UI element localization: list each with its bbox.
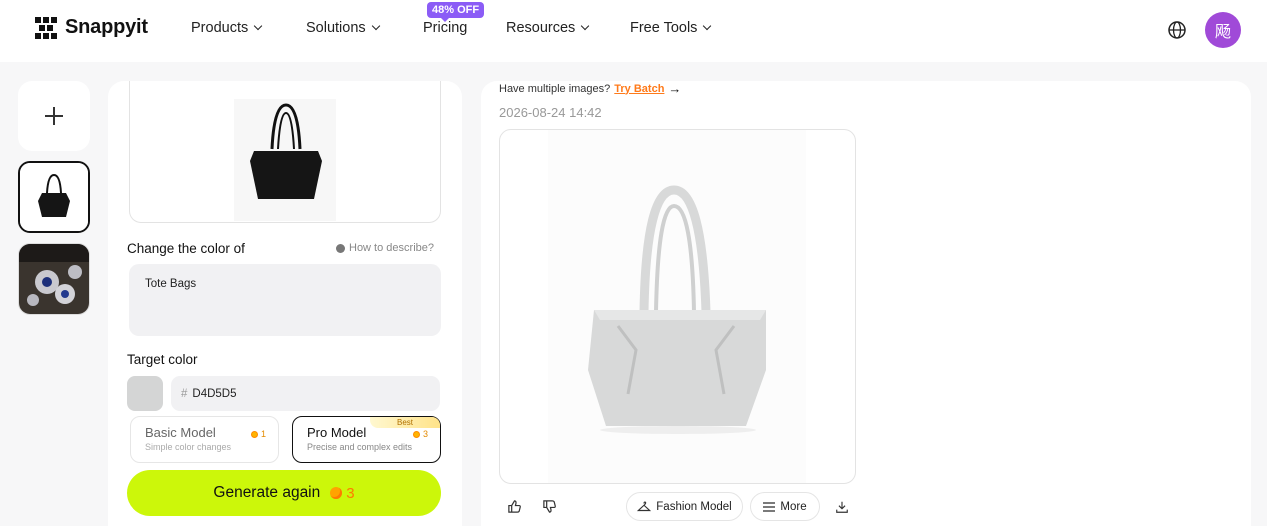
how-to-describe-link[interactable]: How to describe? bbox=[336, 242, 434, 254]
nav-products-label: Products bbox=[191, 20, 249, 36]
nav-products[interactable]: Products bbox=[191, 20, 263, 36]
globe-icon[interactable] bbox=[1167, 20, 1187, 40]
thumbs-up-icon bbox=[507, 500, 521, 513]
nav-solutions[interactable]: Solutions bbox=[306, 20, 380, 36]
result-timestamp: 2026-08-24 14:42 bbox=[499, 105, 602, 120]
add-image-button[interactable] bbox=[18, 81, 90, 151]
nav-pricing-label: Pricing bbox=[423, 20, 468, 36]
source-image-preview bbox=[129, 81, 441, 223]
more-label: More bbox=[780, 500, 807, 513]
coin-icon bbox=[330, 487, 343, 499]
color-swatch[interactable] bbox=[127, 376, 163, 411]
coin-icon bbox=[250, 430, 258, 438]
generate-cost-value: 3 bbox=[346, 484, 355, 502]
hash-symbol: # bbox=[181, 387, 188, 400]
hex-color-input[interactable]: # D4D5D5 bbox=[171, 376, 440, 411]
more-button[interactable]: More bbox=[750, 492, 820, 521]
nav-solutions-label: Solutions bbox=[306, 20, 366, 36]
target-color-label: Target color bbox=[127, 352, 198, 367]
arrow-right-icon: → bbox=[668, 81, 682, 96]
thumbs-up-button[interactable] bbox=[499, 492, 529, 521]
basic-model-option[interactable]: Basic Model Simple color changes 1 bbox=[130, 416, 279, 463]
result-image bbox=[548, 130, 806, 483]
nav-resources[interactable]: Resources bbox=[506, 20, 590, 36]
gray-tote-image bbox=[548, 130, 806, 483]
coin-icon bbox=[412, 430, 420, 438]
pricing-discount-badge: 48% OFF bbox=[427, 2, 485, 22]
user-avatar[interactable]: 飏 bbox=[1205, 12, 1241, 48]
thumbs-down-button[interactable] bbox=[534, 492, 564, 521]
result-panel: Have multiple images? Try Batch → 2026-0… bbox=[481, 81, 1251, 526]
chevron-down-icon bbox=[581, 21, 590, 31]
pro-model-description: Precise and complex edits bbox=[307, 442, 413, 452]
pro-model-cost: 3 bbox=[412, 429, 428, 439]
hex-color-value: D4D5D5 bbox=[192, 387, 237, 400]
change-color-label: Change the color of bbox=[127, 241, 245, 256]
generate-again-button[interactable]: Generate again 3 bbox=[127, 470, 441, 516]
object-description-input[interactable]: Tote Bags bbox=[129, 264, 441, 336]
chevron-down-icon bbox=[703, 21, 712, 31]
pro-model-option[interactable]: Best Pro Model Precise and complex edits… bbox=[292, 416, 441, 463]
source-image bbox=[234, 99, 336, 221]
snappyit-logo-icon bbox=[35, 16, 57, 39]
thumbs-down-icon bbox=[542, 500, 556, 513]
download-icon bbox=[836, 501, 848, 513]
try-batch-link[interactable]: Try Batch bbox=[614, 83, 664, 95]
hanger-icon bbox=[637, 501, 652, 511]
result-image-frame[interactable] bbox=[499, 129, 856, 484]
black-tote-image bbox=[234, 99, 336, 221]
generate-again-label: Generate again bbox=[213, 484, 321, 501]
batch-prompt: Have multiple images? Try Batch → bbox=[499, 81, 681, 96]
pro-model-cost-value: 3 bbox=[422, 429, 428, 439]
lightbulb-icon bbox=[336, 243, 345, 253]
edit-panel: Change the color of How to describe? Tot… bbox=[108, 81, 462, 526]
batch-prompt-text: Have multiple images? bbox=[499, 82, 611, 95]
download-button[interactable] bbox=[827, 492, 857, 521]
top-navigation: Snappyit Products Solutions 48% OFF Pric… bbox=[0, 0, 1267, 62]
basic-model-description: Simple color changes bbox=[145, 442, 232, 452]
nav-resources-label: Resources bbox=[506, 20, 576, 36]
fashion-model-button[interactable]: Fashion Model bbox=[626, 492, 743, 521]
thumbnail-black-tote[interactable] bbox=[18, 161, 90, 233]
fashion-model-label: Fashion Model bbox=[656, 500, 732, 513]
jewelry-thumbnail-image bbox=[19, 244, 89, 314]
thumbnail-jewelry[interactable] bbox=[18, 243, 90, 315]
nav-free-tools-label: Free Tools bbox=[630, 20, 698, 36]
basic-model-cost: 1 bbox=[250, 429, 266, 439]
best-badge: Best bbox=[370, 417, 440, 428]
basic-model-cost-value: 1 bbox=[260, 429, 266, 439]
brand-name: Snappyit bbox=[65, 16, 148, 38]
plus-icon bbox=[45, 107, 63, 125]
nav-pricing[interactable]: Pricing bbox=[423, 20, 467, 36]
menu-icon bbox=[763, 501, 776, 512]
chevron-down-icon bbox=[253, 21, 263, 31]
basic-model-name: Basic Model bbox=[145, 425, 216, 440]
nav-free-tools[interactable]: Free Tools bbox=[630, 20, 712, 36]
chevron-down-icon bbox=[371, 21, 380, 31]
generate-cost: 3 bbox=[330, 484, 355, 502]
brand-logo[interactable]: Snappyit bbox=[35, 16, 148, 39]
how-to-describe-text: How to describe? bbox=[349, 242, 434, 254]
black-tote-thumbnail-image bbox=[20, 163, 88, 231]
